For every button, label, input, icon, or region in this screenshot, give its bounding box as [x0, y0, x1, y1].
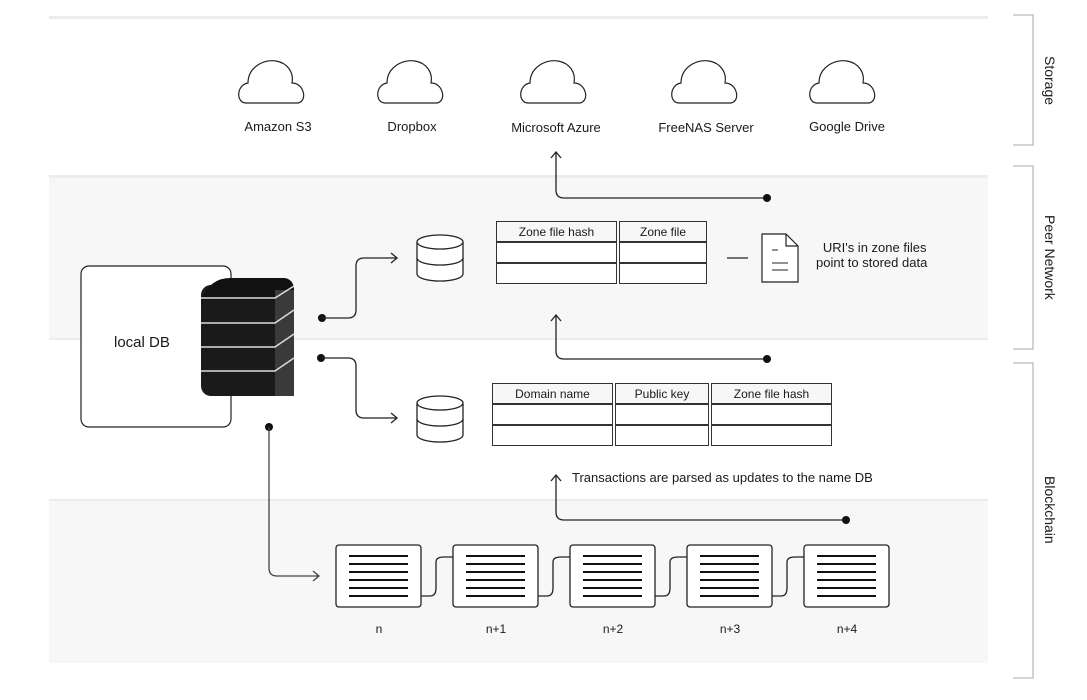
block-label: n+4: [836, 622, 858, 636]
name-table-header: Domain name: [492, 383, 613, 404]
name-table-cell: [492, 425, 613, 446]
block-icon: [452, 544, 539, 608]
cloud-icon-amazon-s3: [238, 60, 305, 104]
transactions-note: Transactions are parsed as updates to th…: [572, 470, 873, 485]
block-icon: [686, 544, 773, 608]
zone-table-cell: [496, 242, 617, 263]
section-label-blockchain: Blockchain: [1042, 476, 1058, 544]
name-table-header: Public key: [615, 383, 709, 404]
zone-table-cell: [619, 263, 707, 284]
block-icon: [803, 544, 890, 608]
block-label: n+3: [719, 622, 741, 636]
zone-db-icon: [416, 234, 464, 282]
storage-label-dropbox: Dropbox: [387, 119, 437, 134]
arrow-to-storage: [555, 153, 766, 199]
name-table-cell: [615, 425, 709, 446]
storage-label-google-drive: Google Drive: [809, 119, 885, 134]
zone-note-line1: URI's in zone files: [822, 240, 927, 255]
zone-table-cell: [619, 242, 707, 263]
storage-label-freenas-server: FreeNAS Server: [658, 120, 754, 135]
block-label: n+2: [602, 622, 624, 636]
name-db-icon: [416, 395, 464, 443]
name-db-table: Domain name Public key Zone file hash: [490, 383, 834, 446]
server-stack-icon: [201, 278, 295, 396]
cloud-icon-dropbox: [377, 60, 444, 104]
zone-note: URI's in zone files point to stored data: [816, 240, 927, 270]
block-icon: [569, 544, 656, 608]
zone-table-header: Zone file: [619, 221, 707, 242]
section-label-storage: Storage: [1042, 56, 1058, 106]
zone-table-cell: [496, 263, 617, 284]
local-db-label: local DB: [114, 334, 170, 351]
storage-label-microsoft-azure: Microsoft Azure: [511, 120, 601, 135]
block-icon: [335, 544, 422, 608]
cloud-icon-microsoft-azure: [520, 60, 587, 104]
name-table-cell: [492, 404, 613, 425]
name-table-cell: [615, 404, 709, 425]
section-label-peer-network: Peer Network: [1042, 215, 1058, 300]
zone-table-header: Zone file hash: [496, 221, 617, 242]
cloud-icon-google-drive: [809, 60, 876, 104]
name-table-cell: [711, 404, 832, 425]
zone-file-table: Zone file hash Zone file: [494, 221, 709, 284]
name-table-header: Zone file hash: [711, 383, 832, 404]
document-icon: [761, 233, 799, 283]
zone-note-line2: point to stored data: [816, 255, 928, 270]
block-label: n: [375, 622, 383, 636]
cloud-icon-freenas-server: [671, 60, 738, 104]
name-table-cell: [711, 425, 832, 446]
storage-label-amazon-s3: Amazon S3: [244, 119, 312, 134]
block-label: n+1: [485, 622, 507, 636]
